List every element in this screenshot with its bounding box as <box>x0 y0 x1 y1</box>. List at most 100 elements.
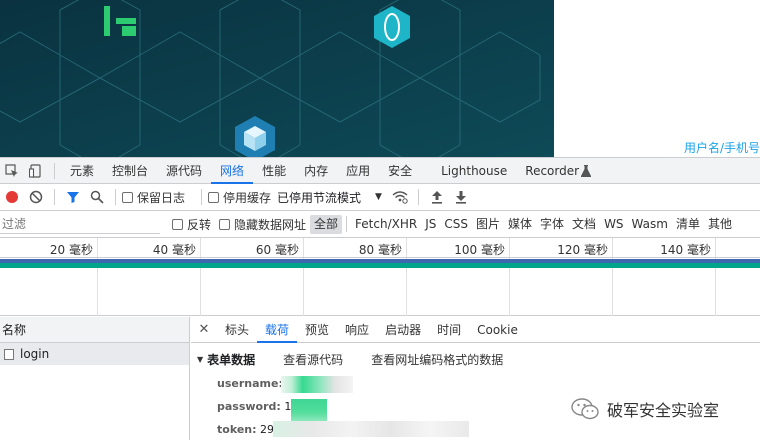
network-toolbar: 保留日志 停用缓存 已停用节流模式 ▼ <box>0 184 760 211</box>
search-icon <box>90 190 104 204</box>
tab-timing[interactable]: 时间 <box>429 317 469 343</box>
tab-preview[interactable]: 预览 <box>297 317 337 343</box>
filter-type-js[interactable]: JS <box>421 215 440 234</box>
checkbox-box <box>219 218 231 230</box>
network-overview-timeline[interactable]: 20 毫秒 40 毫秒 60 毫秒 80 毫秒 100 毫秒 120 毫秒 14… <box>0 238 760 316</box>
view-url-encoded-link[interactable]: 查看网址编码格式的数据 <box>371 351 503 368</box>
form-field-row: username: <box>217 377 283 390</box>
triangle-down-icon[interactable]: ▼ <box>197 355 203 364</box>
inspect-element-icon[interactable] <box>0 158 24 184</box>
request-detail-tabs: ✕ 标头 载荷 预览 响应 启动器 时间 Cookie <box>191 317 760 343</box>
toolbar-divider <box>201 189 203 205</box>
watermark-text: 破军安全实验室 <box>607 401 720 420</box>
filter-type-media[interactable]: 媒体 <box>504 215 536 234</box>
hide-data-urls-checkbox[interactable]: 隐藏数据网址 <box>219 216 306 233</box>
form-field-key: password: <box>217 400 281 413</box>
filter-type-fetch-xhr[interactable]: Fetch/XHR <box>351 215 421 234</box>
filter-type-font[interactable]: 字体 <box>536 215 568 234</box>
filter-type-all[interactable]: 全部 <box>310 214 343 234</box>
tab-application[interactable]: 应用 <box>337 158 379 184</box>
toolbar-divider <box>346 216 348 232</box>
timeline-request-bar <box>0 263 760 268</box>
upload-icon <box>431 191 442 204</box>
form-field-value: 29 <box>260 423 275 436</box>
search-button[interactable] <box>85 184 109 211</box>
hide-data-urls-label: 隐藏数据网址 <box>234 217 307 232</box>
filter-bar: 反转 隐藏数据网址 全部 Fetch/XHR JS CSS 图片 媒体 字体 文… <box>0 211 760 238</box>
redaction-mosaic <box>273 421 469 437</box>
throttling-select[interactable]: 已停用节流模式 ▼ <box>277 189 382 206</box>
login-account-link[interactable]: 用户名/手机号 <box>684 139 760 156</box>
tab-elements[interactable]: 元素 <box>61 158 103 184</box>
form-field-row: password: 1 <box>217 400 291 413</box>
hexagon-pattern <box>0 0 554 157</box>
filter-type-manifest[interactable]: 清单 <box>672 215 704 234</box>
filter-icon <box>67 192 79 203</box>
form-field-key: token: <box>217 423 257 436</box>
view-source-link[interactable]: 查看源代码 <box>283 351 343 368</box>
form-data-section-header: ▼ 表单数据 查看源代码 查看网址编码格式的数据 <box>197 351 531 368</box>
request-row[interactable]: login <box>0 343 190 365</box>
export-har-button[interactable] <box>449 184 473 211</box>
filter-type-css[interactable]: CSS <box>440 215 472 234</box>
tab-performance[interactable]: 性能 <box>253 158 295 184</box>
tab-lighthouse[interactable]: Lighthouse <box>421 158 516 184</box>
request-list-empty-area <box>0 365 190 440</box>
wechat-icon <box>571 398 599 420</box>
filter-toggle-button[interactable] <box>61 184 85 211</box>
toolbar-divider <box>54 162 55 179</box>
import-har-button[interactable] <box>425 184 449 211</box>
devtools-tab-bar: 元素 控制台 源代码 网络 性能 内存 应用 安全 Lighthouse Rec… <box>0 158 760 184</box>
tab-response[interactable]: 响应 <box>337 317 377 343</box>
tab-payload[interactable]: 载荷 <box>257 317 298 343</box>
wifi-settings-icon <box>392 191 408 204</box>
filter-input[interactable] <box>0 214 160 234</box>
tab-headers[interactable]: 标头 <box>217 317 257 343</box>
toolbar-divider <box>54 189 55 205</box>
toolbar-divider <box>115 189 116 205</box>
filter-type-ws[interactable]: WS <box>600 215 627 234</box>
network-conditions-button[interactable] <box>388 184 412 211</box>
disable-cache-label: 停用缓存 <box>223 190 272 205</box>
request-name: login <box>20 347 50 361</box>
tab-initiator[interactable]: 启动器 <box>377 317 429 343</box>
hero-banner <box>0 0 554 157</box>
checkbox-box <box>122 191 133 203</box>
device-toolbar-icon[interactable] <box>24 158 48 184</box>
form-field-row: token: 29 <box>217 423 274 436</box>
record-icon <box>6 191 18 203</box>
preserve-log-checkbox[interactable]: 保留日志 <box>122 189 185 206</box>
tab-cookies[interactable]: Cookie <box>469 317 526 343</box>
page-viewport: 用户名/手机号 <box>0 0 760 157</box>
tab-network[interactable]: 网络 <box>211 158 254 184</box>
document-icon <box>4 348 14 360</box>
download-icon <box>455 191 466 204</box>
record-button[interactable] <box>0 184 24 211</box>
disable-cache-checkbox[interactable]: 停用缓存 <box>208 189 271 206</box>
filter-type-wasm[interactable]: Wasm <box>628 215 672 234</box>
request-list-header[interactable]: 名称 <box>0 317 190 343</box>
filter-type-other[interactable]: 其他 <box>704 215 736 234</box>
clear-icon <box>29 190 43 204</box>
section-title[interactable]: 表单数据 <box>207 351 255 368</box>
tab-sources[interactable]: 源代码 <box>157 158 211 184</box>
preserve-log-label: 保留日志 <box>137 190 186 205</box>
filter-type-doc[interactable]: 文档 <box>568 215 600 234</box>
form-field-key: username: <box>217 377 283 390</box>
throttling-value: 已停用节流模式 <box>277 190 362 205</box>
timeline-ruler <box>0 238 760 258</box>
tab-console[interactable]: 控制台 <box>103 158 157 184</box>
invert-checkbox[interactable]: 反转 <box>172 216 211 233</box>
redaction-mosaic <box>281 376 353 393</box>
filter-type-img[interactable]: 图片 <box>472 215 504 234</box>
chevron-down-icon: ▼ <box>375 192 382 202</box>
tab-security[interactable]: 安全 <box>379 158 421 184</box>
tab-recorder[interactable]: Recorder <box>516 158 581 184</box>
checkbox-box <box>208 191 220 203</box>
clear-button[interactable] <box>24 184 48 211</box>
flask-icon <box>581 164 592 177</box>
toolbar-divider <box>417 189 419 205</box>
watermark: 破军安全实验室 <box>570 397 719 421</box>
close-icon[interactable]: ✕ <box>191 322 217 337</box>
tab-memory[interactable]: 内存 <box>295 158 337 184</box>
